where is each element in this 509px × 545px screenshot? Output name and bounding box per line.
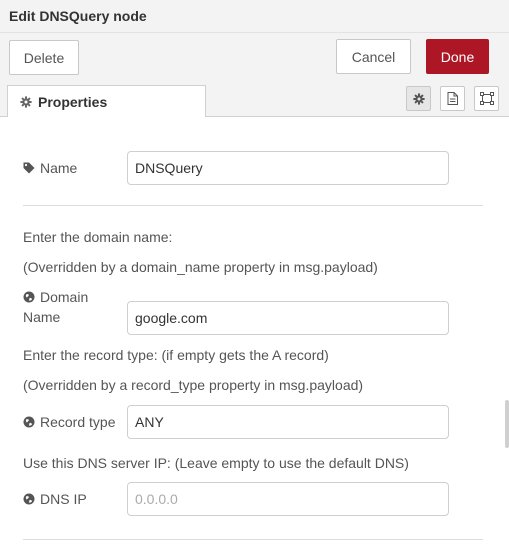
dns-instruction: Use this DNS server IP: (Leave empty to … (23, 455, 409, 471)
divider (23, 539, 483, 540)
description-icon (447, 92, 458, 105)
gear-icon (20, 95, 32, 108)
domain-instruction: Enter the domain name: (23, 229, 173, 245)
name-input[interactable] (127, 151, 449, 185)
name-label-text: Name (40, 160, 78, 176)
globe-icon (23, 291, 37, 303)
appearance-icon (479, 92, 494, 105)
record-override-note: (Overridden by a record_type property in… (23, 377, 364, 393)
tab-bar: Properties (0, 83, 509, 118)
gear-icon (412, 92, 425, 105)
appearance-tab-button[interactable] (474, 86, 499, 111)
properties-panel: Name Enter the domain name: (Overridden … (0, 117, 509, 545)
dialog-toolbar: Delete Cancel Done (0, 33, 509, 83)
dns-ip-label-text: DNS IP (40, 491, 87, 507)
globe-icon (23, 416, 37, 428)
domain-label-line1: Domain (40, 289, 89, 305)
cancel-button[interactable]: Cancel (336, 39, 411, 74)
dialog-title: Edit DNSQuery node (9, 8, 147, 24)
domain-name-label-text: Domain Name (23, 287, 89, 327)
domain-name-input[interactable] (127, 301, 449, 335)
tab-properties[interactable]: Properties (7, 85, 206, 118)
globe-icon (23, 493, 37, 505)
settings-tab-button[interactable] (406, 86, 431, 111)
description-tab-button[interactable] (440, 86, 465, 111)
dns-ip-input[interactable] (127, 482, 449, 516)
record-type-label-text: Record type (40, 414, 116, 430)
domain-label-line2: Name (23, 309, 61, 325)
done-button[interactable]: Done (426, 39, 489, 74)
divider (23, 205, 483, 206)
name-label: Name (23, 158, 77, 178)
dns-ip-label: DNS IP (23, 489, 87, 509)
record-type-input[interactable] (127, 405, 449, 439)
record-type-label: Record type (23, 412, 115, 432)
tab-properties-label: Properties (38, 93, 108, 110)
delete-button[interactable]: Delete (9, 40, 79, 75)
domain-override-note: (Overridden by a domain_name property in… (23, 259, 378, 275)
scrollbar[interactable] (505, 400, 509, 448)
domain-name-label: Domain Name (23, 287, 88, 327)
tag-icon (23, 162, 37, 174)
dialog-titlebar: Edit DNSQuery node (0, 0, 509, 33)
record-instruction: Enter the record type: (if empty gets th… (23, 347, 329, 363)
